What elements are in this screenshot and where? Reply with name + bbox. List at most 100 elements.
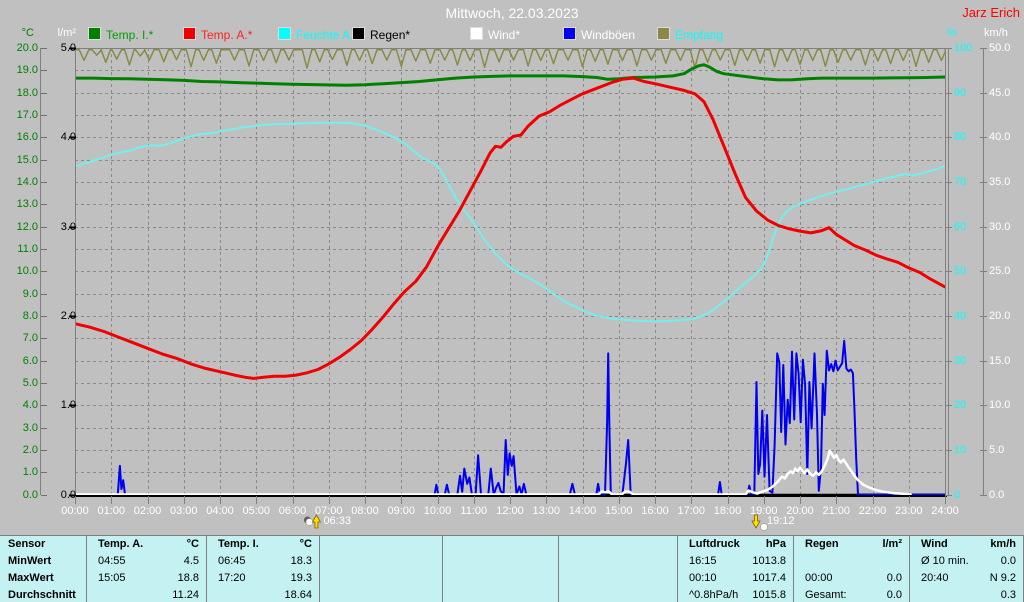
table-cell: 16:15 1013.8: [678, 552, 794, 570]
table-cell: [443, 536, 559, 553]
legend-label: Windböen: [581, 28, 636, 42]
table-cell: Temp. A. °C: [87, 536, 207, 553]
wind-axis-tick-label: 45.0: [989, 86, 1011, 99]
table-cell-time: 06:45: [218, 555, 246, 568]
wind-axis-tick-label: 10.0: [989, 399, 1011, 412]
table-cell: [443, 552, 559, 570]
table-cell-value: 19.3: [290, 571, 312, 584]
table-cell-time: 20:40: [921, 571, 949, 584]
table-cell-time: 00:10: [689, 571, 717, 584]
table-cell-time: 04:55: [98, 555, 126, 568]
time-axis-label: 11:00: [460, 505, 488, 517]
temp-axis-tick-label: 17.0: [16, 108, 38, 121]
humidity-axis-tick-label: 70: [954, 175, 967, 188]
time-axis-label: 00:00: [61, 505, 89, 517]
rain-axis-tick-label: 5.0: [60, 42, 76, 54]
right-axis-unit-percent: %: [947, 27, 957, 39]
wind-axis-tick-label: 35.0: [989, 175, 1011, 188]
table-cell-value: 11.24: [172, 588, 199, 601]
legend-item-temp-i: Temp. I.*: [88, 27, 153, 42]
time-axis-label: 21:00: [822, 505, 851, 517]
time-axis-label: 09:00: [387, 505, 416, 517]
table-cell: 20:40 N 9.2: [910, 569, 1024, 587]
legend-item-windböen: Windböen: [563, 27, 635, 42]
temp-axis-tick-label: 3.0: [22, 421, 38, 434]
table-col-unit: °C: [299, 538, 312, 551]
table-cell-time: 15:05: [98, 571, 126, 584]
temp-axis-tick-label: 16.0: [16, 131, 38, 144]
time-axis-label: 23:00: [894, 505, 923, 517]
legend-color-swatch: [352, 27, 365, 40]
table-row-label: Durchschnitt: [0, 586, 87, 602]
legend-color-swatch: [88, 27, 101, 40]
temp-axis-tick-label: 2.0: [22, 443, 38, 456]
temp-axis-tick-label: 12.0: [16, 220, 38, 233]
wind-axis-tick-label: 25.0: [989, 265, 1011, 278]
table-cell: 00:10 1017.4: [678, 569, 794, 587]
table-cell: Ø 10 min. 0.0: [910, 552, 1024, 570]
table-cell: ^0.8hPa/h 1015.8: [678, 586, 794, 602]
table-cell-value: 0.0: [1000, 555, 1016, 568]
table-cell: [443, 586, 559, 602]
table-cell: 17:20 19.3: [207, 569, 320, 587]
time-axis-label: 05:00: [242, 505, 271, 517]
table-cell-value: 18.8: [177, 571, 199, 584]
time-axis-label: 12:00: [496, 505, 524, 517]
wind-axis-tick-label: 15.0: [989, 354, 1011, 367]
table-cell-time: Ø 10 min.: [921, 555, 969, 568]
humidity-axis-tick-label: 20: [954, 399, 967, 412]
temp-axis-tick-label: 18.0: [16, 86, 38, 99]
table-cell-value: 1015.8: [752, 588, 786, 601]
station-owner-name: Jarz Erich: [962, 5, 1020, 20]
time-axis-label: 15:00: [604, 505, 633, 517]
rain-axis-tick-label: 1.0: [60, 399, 76, 412]
temp-axis-tick-label: 11.0: [17, 242, 38, 255]
left-axis-unit-rain: l/m²: [57, 27, 76, 39]
weather-chart: [40, 47, 987, 531]
table-cell-time: Gesamt:: [805, 588, 847, 601]
table-cell-value: 0.0: [886, 588, 902, 601]
humidity-axis-tick-label: 60: [954, 220, 967, 233]
legend-label: Regen*: [370, 28, 411, 42]
table-cell: 0.3: [910, 586, 1024, 602]
legend-color-swatch: [183, 27, 196, 40]
temp-axis-tick-label: 20.0: [16, 42, 38, 54]
time-axis-label: 10:00: [423, 505, 452, 517]
table-cell-time: 00:00: [805, 571, 833, 584]
legend-item-wind: Wind*: [470, 27, 520, 42]
temp-axis-tick-label: 4.0: [22, 399, 38, 412]
time-axis-label: 24:00: [931, 505, 959, 517]
temp-axis-tick-label: 1.0: [22, 466, 38, 479]
table-col-name: Temp. I.: [218, 538, 259, 551]
temp-axis-tick-label: 8.0: [22, 309, 38, 322]
humidity-axis-tick-label: 80: [954, 131, 967, 144]
weather-station-app-window: Mittwoch, 22.03.2023 Jarz Erich Temp. I.…: [0, 0, 1024, 602]
legend-color-swatch: [563, 27, 576, 40]
wind-axis-tick-label: 0.0: [989, 488, 1005, 501]
legend-item-feuchte-a: Feuchte A.*: [278, 27, 358, 42]
sunset-time-label: 19:12: [767, 515, 795, 527]
table-cell: [320, 552, 443, 570]
temp-axis-tick-label: 7.0: [22, 332, 38, 345]
table-cell: [559, 536, 678, 553]
table-cell: [443, 569, 559, 587]
axes: [40, 47, 987, 504]
time-axis-label: 13:00: [532, 505, 561, 517]
table-cell-value: 1013.8: [752, 555, 786, 568]
table-cell: Temp. I. °C: [207, 536, 320, 553]
humidity-axis-tick-label: 50: [954, 265, 967, 278]
table-cell: [559, 569, 678, 587]
table-cell: 15:05 18.8: [87, 569, 207, 587]
legend-item-regen: Regen*: [352, 27, 410, 42]
table-cell: 06:45 18.3: [207, 552, 320, 570]
table-col-name: Regen: [805, 538, 839, 551]
legend-item-empfang: Empfang: [657, 27, 723, 42]
table-cell: 04:55 4.5: [87, 552, 207, 570]
time-axis-label: 08:00: [351, 505, 379, 517]
series-windb-en-line: [75, 339, 946, 496]
chart-title: Mittwoch, 22.03.2023: [445, 5, 579, 21]
table-cell-value: 0.0: [886, 571, 902, 584]
table-cell: 11.24: [87, 586, 207, 602]
temp-axis-tick-label: 9.0: [22, 287, 38, 300]
time-axis-label: 14:00: [568, 505, 597, 517]
